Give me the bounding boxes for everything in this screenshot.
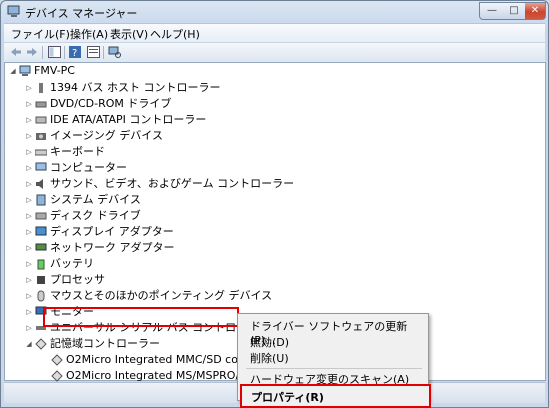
- context-menu-properties[interactable]: プロパティ(R): [251, 389, 324, 405]
- red-highlight-box: [43, 307, 239, 327]
- collapse-arrow-icon[interactable]: ◢: [25, 336, 33, 352]
- tree-category[interactable]: ▷ ディスク ドライブ: [5, 208, 265, 224]
- computer-icon: [35, 162, 47, 174]
- menu-file[interactable]: ファイル(F): [11, 26, 70, 42]
- toolbar-separator: [64, 46, 65, 59]
- tree-category[interactable]: ▷ マウスとそのほかのポインティング デバイス: [5, 288, 272, 304]
- tree-category[interactable]: ▷ プロセッサ: [5, 272, 265, 288]
- tree-category-label: システム デバイス: [50, 193, 141, 206]
- expand-arrow-icon[interactable]: ▷: [25, 240, 33, 256]
- tree-category-label: プロセッサ: [50, 273, 105, 286]
- tree-category-expanded[interactable]: ◢ 記憶域コントローラー: [5, 336, 265, 352]
- menu-help[interactable]: ヘルプ(H): [150, 26, 200, 42]
- tree-category-label: サウンド、ビデオ、およびゲーム コントローラー: [50, 177, 295, 190]
- expand-arrow-icon[interactable]: ▷: [25, 272, 33, 288]
- tree-category-label: 記憶域コントローラー: [50, 337, 160, 350]
- storage-controller-icon: [35, 338, 47, 350]
- tree-category[interactable]: ▷ コンピューター: [5, 160, 265, 176]
- tree-category[interactable]: ▷ イメージング デバイス: [5, 128, 265, 144]
- tree-category[interactable]: ▷ バッテリ: [5, 256, 265, 272]
- mouse-icon: [35, 290, 47, 302]
- display-adapter-icon: [35, 226, 47, 238]
- back-icon[interactable]: [9, 45, 23, 58]
- storage-controller-icon: [51, 370, 63, 382]
- expand-arrow-icon[interactable]: ▷: [25, 208, 33, 224]
- tree-category[interactable]: ▷ キーボード: [5, 144, 265, 160]
- window-title: デバイス マネージャー: [25, 7, 138, 20]
- tree-category-label: IDE ATA/ATAPI コントローラー: [50, 113, 207, 126]
- storage-controller-icon: [51, 354, 63, 366]
- expand-arrow-icon[interactable]: ▷: [25, 176, 33, 192]
- expand-arrow-icon[interactable]: ▷: [25, 192, 33, 208]
- tree-root-label: FMV-PC: [34, 64, 75, 77]
- tree-category[interactable]: ▷ 1394 バス ホスト コントローラー: [5, 80, 265, 96]
- tree-device[interactable]: O2Micro Integrated MMC/SD controller: [5, 352, 278, 368]
- title-bar[interactable]: デバイス マネージャー — □ ✕: [1, 1, 548, 23]
- show-hide-tree-icon[interactable]: [47, 45, 61, 58]
- tree-category[interactable]: ▷ システム デバイス: [5, 192, 265, 208]
- tree-category-label: ディスプレイ アダプター: [50, 225, 174, 238]
- tree-category-label: 1394 バス ホスト コントローラー: [50, 81, 221, 94]
- tree-category-label: キーボード: [50, 145, 105, 158]
- expand-arrow-icon[interactable]: ▷: [25, 128, 33, 144]
- svg-text:?: ?: [72, 48, 77, 58]
- toolbar-separator: [42, 46, 43, 59]
- dvd-drive-icon: [35, 98, 47, 110]
- tree-category[interactable]: ▷ サウンド、ビデオ、およびゲーム コントローラー: [5, 176, 294, 192]
- scan-hardware-icon[interactable]: [107, 45, 121, 58]
- context-menu-separator: [246, 368, 422, 369]
- tree-category[interactable]: ▷ IDE ATA/ATAPI コントローラー: [5, 112, 265, 128]
- maximize-button[interactable]: □: [503, 2, 526, 20]
- tree-category[interactable]: ▷ ディスプレイ アダプター: [5, 224, 265, 240]
- tree-category[interactable]: ▷ DVD/CD-ROM ドライブ: [5, 96, 265, 112]
- expand-arrow-icon[interactable]: ▷: [25, 304, 33, 320]
- context-menu-disable[interactable]: 無効(D): [250, 334, 289, 350]
- tree-category-label: マウスとそのほかのポインティング デバイス: [50, 289, 273, 302]
- forward-icon[interactable]: [25, 45, 39, 58]
- device-manager-icon: [7, 5, 21, 18]
- network-adapter-icon: [35, 242, 47, 254]
- tree-category-label: イメージング デバイス: [50, 129, 163, 142]
- tree-root-row[interactable]: ◢ FMV-PC: [5, 63, 105, 79]
- expand-arrow-icon[interactable]: ▷: [25, 112, 33, 128]
- tree-category-label: ディスク ドライブ: [50, 209, 141, 222]
- battery-icon: [35, 258, 47, 270]
- expand-arrow-icon[interactable]: ▷: [25, 288, 33, 304]
- close-button[interactable]: ✕: [525, 2, 546, 20]
- context-menu-uninstall[interactable]: 削除(U): [250, 350, 289, 366]
- expand-arrow-icon[interactable]: ▷: [25, 256, 33, 272]
- toolbar: ?: [4, 42, 545, 62]
- minimize-button[interactable]: —: [479, 2, 505, 20]
- imaging-device-icon: [35, 130, 47, 142]
- system-device-icon: [35, 194, 47, 206]
- tree-category-label: ネットワーク アダプター: [50, 241, 175, 254]
- processor-icon: [35, 274, 47, 286]
- tree-category-label: DVD/CD-ROM ドライブ: [50, 97, 172, 110]
- expand-arrow-icon[interactable]: ▷: [25, 160, 33, 176]
- menu-view[interactable]: 表示(V): [110, 26, 148, 42]
- menu-action[interactable]: 操作(A): [70, 26, 108, 42]
- properties-icon[interactable]: [86, 45, 100, 58]
- collapse-arrow-icon[interactable]: ◢: [9, 63, 17, 79]
- keyboard-icon: [34, 146, 48, 158]
- disk-drive-icon: [35, 210, 47, 222]
- properties-highlight-box: プロパティ(R): [240, 384, 431, 408]
- toolbar-separator: [103, 46, 104, 59]
- expand-arrow-icon[interactable]: ▷: [25, 144, 33, 160]
- menu-bar: ファイル(F) 操作(A) 表示(V) ヘルプ(H): [4, 23, 545, 43]
- computer-icon: [19, 65, 31, 77]
- expand-arrow-icon[interactable]: ▷: [25, 80, 33, 96]
- expand-arrow-icon[interactable]: ▷: [25, 320, 33, 336]
- tree-category[interactable]: ▷ ネットワーク アダプター: [5, 240, 265, 256]
- tree-category-label: コンピューター: [50, 161, 127, 174]
- help-icon[interactable]: ?: [68, 45, 82, 58]
- ide-controller-icon: [35, 114, 47, 126]
- tree-category-label: バッテリ: [50, 257, 94, 270]
- expand-arrow-icon[interactable]: ▷: [25, 96, 33, 112]
- speaker-icon: [35, 178, 47, 190]
- controller-icon: [35, 82, 47, 94]
- expand-arrow-icon[interactable]: ▷: [25, 224, 33, 240]
